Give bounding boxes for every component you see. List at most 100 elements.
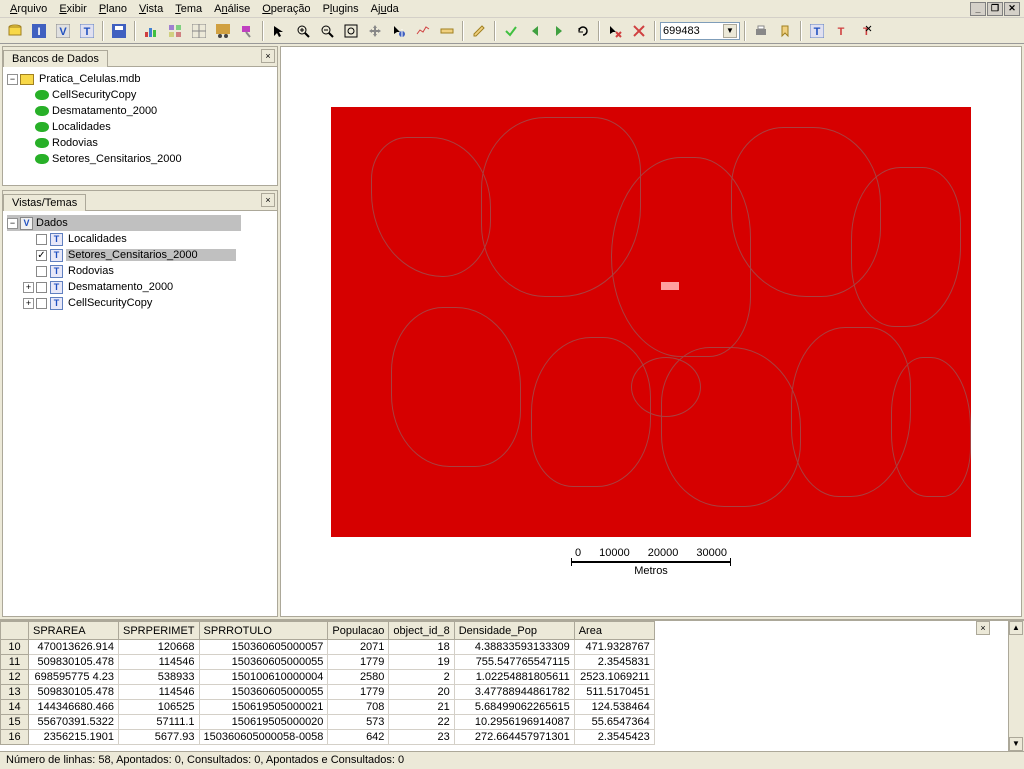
text-cancel-icon[interactable]: T xyxy=(854,20,876,42)
menu-operacao[interactable]: Operação xyxy=(256,1,316,17)
db-panel-tab[interactable]: Bancos de Dados xyxy=(3,50,108,67)
theme-item[interactable]: TLocalidades xyxy=(7,231,273,247)
bookmark-icon[interactable] xyxy=(774,20,796,42)
views-root[interactable]: − V Dados xyxy=(7,215,241,231)
menu-exibir[interactable]: Exibir xyxy=(53,1,93,17)
chevron-down-icon[interactable]: ▼ xyxy=(723,24,737,38)
menu-arquivo[interactable]: Arquivo xyxy=(4,1,53,17)
menu-analise[interactable]: Análise xyxy=(208,1,256,17)
theme-checkbox[interactable] xyxy=(36,234,47,245)
table-row[interactable]: 162356215.19015677.93150360605000058-005… xyxy=(1,730,655,745)
column-header[interactable]: Populacao xyxy=(328,622,389,640)
column-header[interactable]: Area xyxy=(574,622,654,640)
zoom-extent-icon[interactable] xyxy=(340,20,362,42)
zoom-in-icon[interactable] xyxy=(292,20,314,42)
scalebar-tick: 10000 xyxy=(599,547,630,559)
edit-icon[interactable] xyxy=(468,20,490,42)
theme-checkbox[interactable]: ✓ xyxy=(36,250,47,261)
menu-tema[interactable]: Tema xyxy=(169,1,208,17)
select-remove-icon[interactable] xyxy=(604,20,626,42)
theme-icon[interactable]: T xyxy=(76,20,98,42)
table-row[interactable]: 12698595775 4.23538933150100610000004258… xyxy=(1,670,655,685)
views-panel-tab[interactable]: Vistas/Temas xyxy=(3,194,86,211)
svg-text:T: T xyxy=(814,26,821,38)
theme-item[interactable]: +TDesmatamento_2000 xyxy=(7,279,273,295)
map-canvas[interactable]: 0100002000030000 Metros xyxy=(280,46,1022,617)
print-icon[interactable] xyxy=(750,20,772,42)
minimize-button[interactable]: _ xyxy=(970,2,986,16)
column-header[interactable]: SPRROTULO xyxy=(199,622,328,640)
expand-icon[interactable]: + xyxy=(23,298,34,309)
scale-select[interactable]: 699483 ▼ xyxy=(660,22,740,40)
prev-icon[interactable] xyxy=(524,20,546,42)
db-layer[interactable]: Setores_Censitarios_2000 xyxy=(7,151,273,167)
menu-vista[interactable]: Vista xyxy=(133,1,169,17)
toolbar: I V T i 699483 ▼ T T T xyxy=(0,18,1024,44)
theme-item[interactable]: +TCellSecurityCopy xyxy=(7,295,273,311)
next-icon[interactable] xyxy=(548,20,570,42)
close-button[interactable]: ✕ xyxy=(1004,2,1020,16)
layer-icon xyxy=(35,106,49,116)
delete-icon[interactable] xyxy=(628,20,650,42)
expand-icon[interactable]: + xyxy=(23,282,34,293)
view-icon[interactable]: V xyxy=(52,20,74,42)
save-icon[interactable] xyxy=(108,20,130,42)
table-row[interactable]: 14144346680.4661065251506195050000217082… xyxy=(1,700,655,715)
theme-checkbox[interactable] xyxy=(36,266,47,277)
info-icon[interactable]: I xyxy=(28,20,50,42)
column-header[interactable]: SPRAREA xyxy=(29,622,119,640)
theme-checkbox[interactable] xyxy=(36,298,47,309)
views-panel-close[interactable]: × xyxy=(261,193,275,207)
db-layer[interactable]: CellSecurityCopy xyxy=(7,87,273,103)
column-header[interactable]: object_id_8 xyxy=(389,622,454,640)
theme-item[interactable]: TRodovias xyxy=(7,263,273,279)
ruler-icon[interactable] xyxy=(436,20,458,42)
menu-ajuda[interactable]: Ajuda xyxy=(365,1,405,17)
grid-icon[interactable] xyxy=(188,20,210,42)
table-row[interactable]: 13509830105.4781145461503606050000551779… xyxy=(1,685,655,700)
db-tree[interactable]: − Pratica_Celulas.mdb CellSecurityCopyDe… xyxy=(3,67,277,185)
table-row[interactable]: 11509830105.4781145461503606050000551779… xyxy=(1,655,655,670)
views-tree[interactable]: − V Dados TLocalidades✓TSetores_Censitar… xyxy=(3,211,277,616)
attribute-table: × SPRAREASPRPERIMETSPRROTULOPopulacaoobj… xyxy=(0,619,1024,751)
table-row[interactable]: 10470013626.9141206681503606050000572071… xyxy=(1,640,655,655)
text-red-icon[interactable]: T xyxy=(830,20,852,42)
maximize-button[interactable]: ❐ xyxy=(987,2,1003,16)
pointer-icon[interactable] xyxy=(268,20,290,42)
theme-icon: T xyxy=(50,249,63,262)
tile-icon[interactable] xyxy=(164,20,186,42)
theme-checkbox[interactable] xyxy=(36,282,47,293)
table-scrollbar[interactable]: ▲ ▼ xyxy=(1008,621,1024,751)
database-icon[interactable] xyxy=(4,20,26,42)
scale-value: 699483 xyxy=(663,25,700,37)
graph-icon[interactable] xyxy=(412,20,434,42)
theme-item[interactable]: ✓TSetores_Censitarios_2000 xyxy=(7,247,273,263)
scroll-down-icon[interactable]: ▼ xyxy=(1009,737,1023,751)
menu-plano[interactable]: Plano xyxy=(93,1,133,17)
check-icon[interactable] xyxy=(500,20,522,42)
pan-icon[interactable] xyxy=(364,20,386,42)
cursor-info-icon[interactable]: i xyxy=(388,20,410,42)
db-panel-close[interactable]: × xyxy=(261,49,275,63)
zoom-out-icon[interactable] xyxy=(316,20,338,42)
scroll-up-icon[interactable]: ▲ xyxy=(1009,621,1023,635)
chart-icon[interactable] xyxy=(140,20,162,42)
paint-icon[interactable] xyxy=(236,20,258,42)
text-tool-icon[interactable]: T xyxy=(806,20,828,42)
data-table[interactable]: SPRAREASPRPERIMETSPRROTULOPopulacaoobjec… xyxy=(0,621,655,745)
collapse-icon[interactable]: − xyxy=(7,74,18,85)
collapse-icon[interactable]: − xyxy=(7,218,18,229)
column-header[interactable]: SPRPERIMET xyxy=(119,622,200,640)
column-header[interactable] xyxy=(1,622,29,640)
table-row[interactable]: 1555670391.532257111.1150619505000020573… xyxy=(1,715,655,730)
column-header[interactable]: Densidade_Pop xyxy=(454,622,574,640)
db-root[interactable]: − Pratica_Celulas.mdb xyxy=(7,71,273,87)
scalebar-tick: 20000 xyxy=(648,547,679,559)
animation-icon[interactable] xyxy=(212,20,234,42)
db-layer[interactable]: Localidades xyxy=(7,119,273,135)
refresh-icon[interactable] xyxy=(572,20,594,42)
db-layer[interactable]: Rodovias xyxy=(7,135,273,151)
table-close[interactable]: × xyxy=(976,621,990,635)
menu-plugins[interactable]: Plugins xyxy=(317,1,365,17)
db-layer[interactable]: Desmatamento_2000 xyxy=(7,103,273,119)
